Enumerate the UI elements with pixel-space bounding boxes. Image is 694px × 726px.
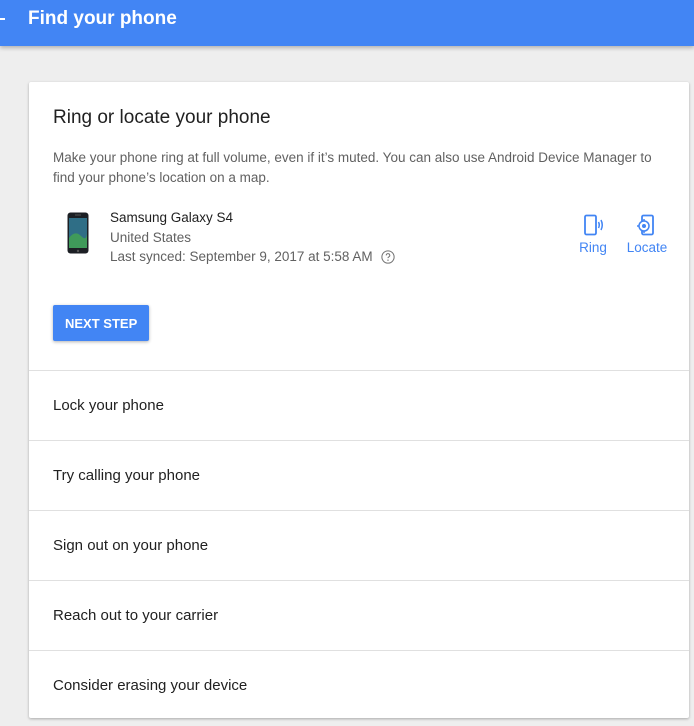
locate-label: Locate (626, 240, 668, 255)
section-title: Ring or locate your phone (53, 107, 271, 128)
section-description: Make your phone ring at full volume, eve… (53, 150, 652, 185)
ring-phone-icon (584, 214, 603, 236)
step-reach-carrier[interactable]: Reach out to your carrier (29, 580, 689, 650)
page-title: Find your phone (28, 8, 177, 29)
steps-list: Lock your phone Try calling your phone S… (29, 370, 689, 718)
device-name: Samsung Galaxy S4 (110, 210, 234, 225)
device-location: United States (110, 229, 192, 245)
device-row: Samsung Galaxy S4 United States Last syn… (53, 208, 673, 268)
locate-phone-icon (637, 214, 654, 236)
ring-button[interactable]: Ring (573, 214, 613, 255)
ring-locate-card: Ring or locate your phone Make your phon… (29, 82, 689, 718)
next-step-button[interactable]: NEXT STEP (53, 305, 150, 341)
last-synced-text: Last synced: September 9, 2017 at 5:58 A… (110, 249, 373, 264)
step-erase-device[interactable]: Consider erasing your device (29, 650, 689, 718)
step-lock-phone[interactable]: Lock your phone (29, 370, 689, 440)
device-last-synced: Last synced: September 9, 2017 at 5:58 A… (110, 247, 395, 267)
help-icon[interactable] (381, 250, 395, 264)
step-try-calling[interactable]: Try calling your phone (29, 440, 689, 510)
back-arrow-icon[interactable] (0, 18, 5, 20)
locate-button[interactable]: Locate (619, 214, 675, 255)
phone-image (67, 212, 89, 254)
app-bar: Find your phone (0, 0, 694, 46)
step-sign-out[interactable]: Sign out on your phone (29, 510, 689, 580)
ring-label: Ring (579, 240, 607, 255)
device-info: Samsung Galaxy S4 United States Last syn… (110, 208, 395, 267)
